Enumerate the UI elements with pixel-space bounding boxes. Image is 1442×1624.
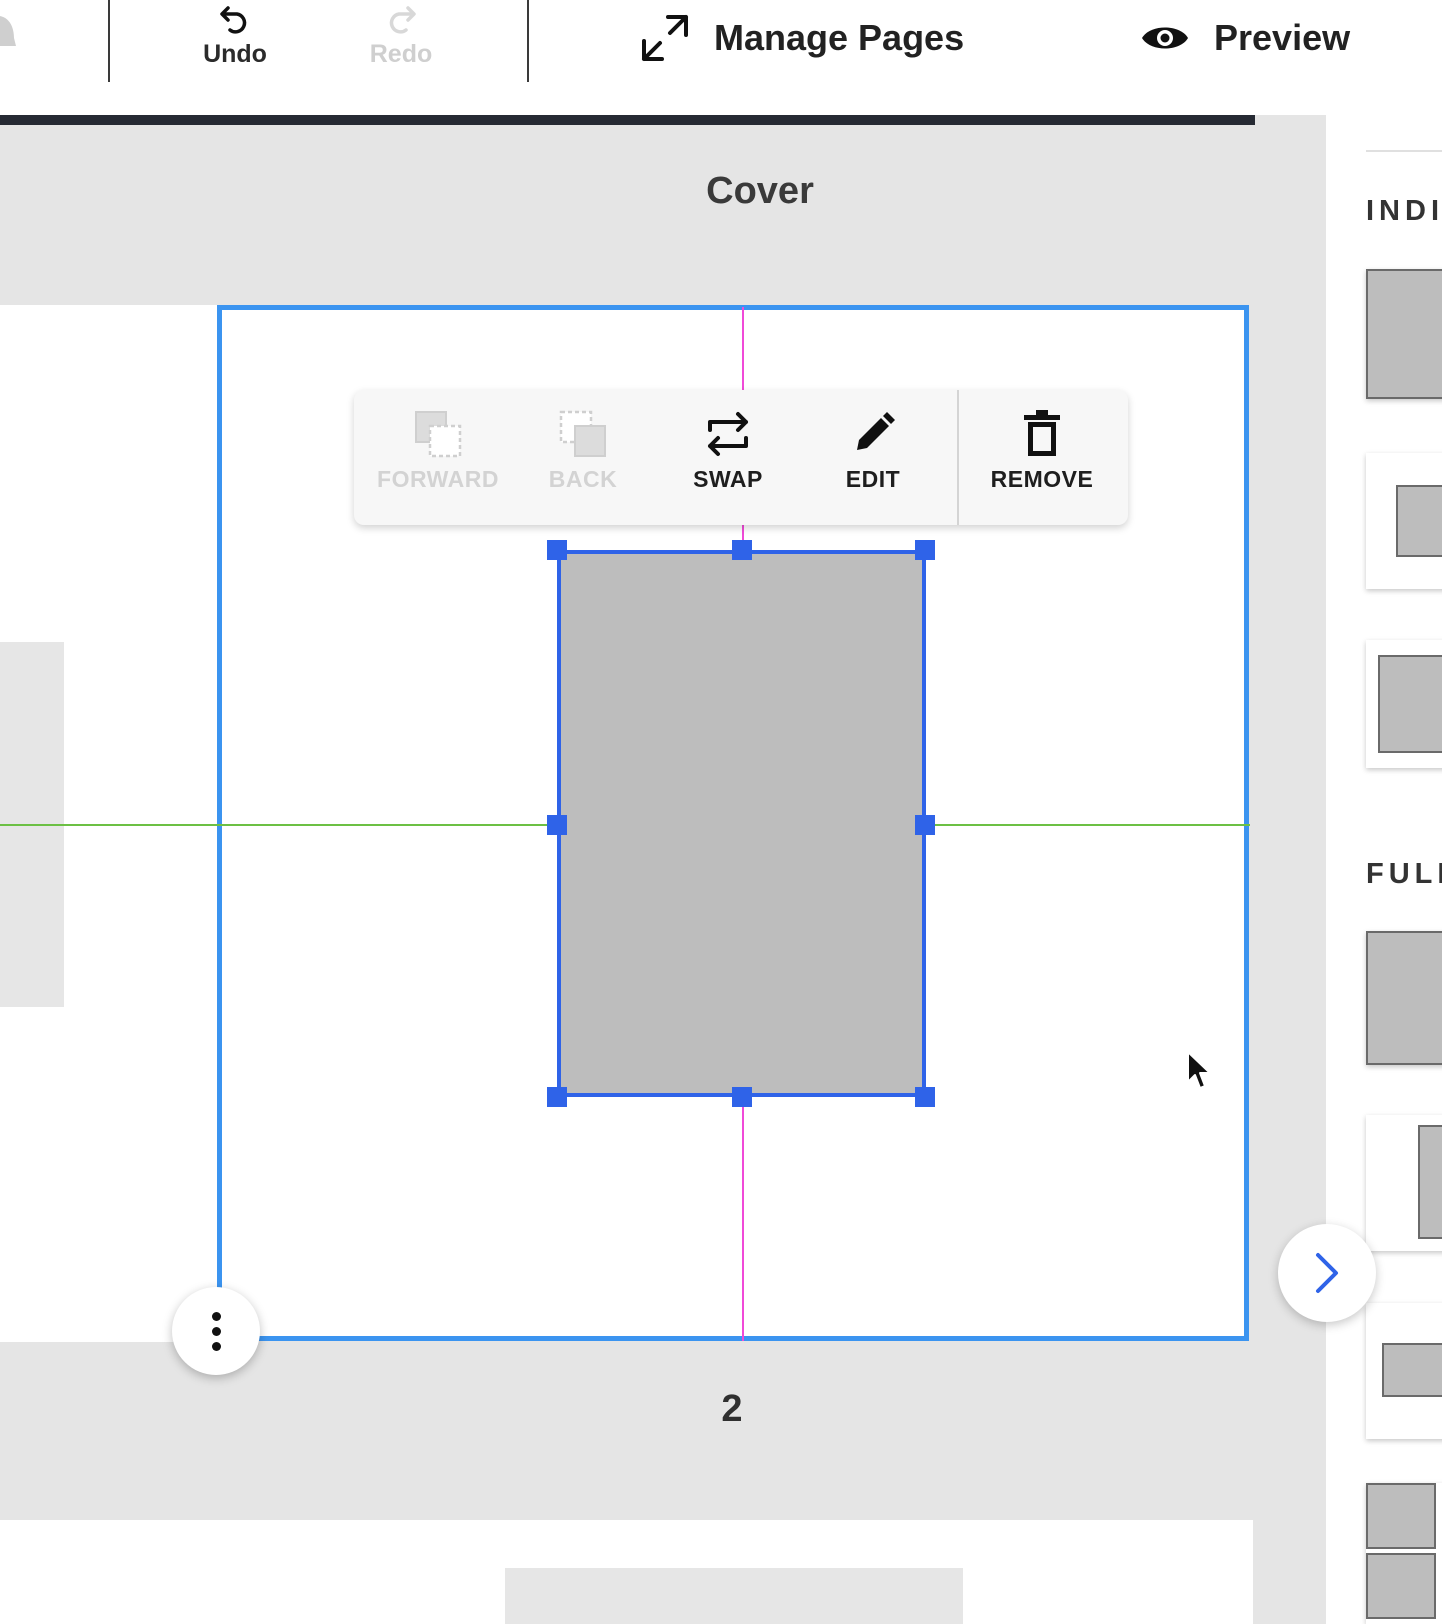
selected-photo-placeholder[interactable]: [557, 550, 926, 1097]
forward-label: FORWARD: [377, 466, 499, 492]
resize-handle-top-right[interactable]: [915, 540, 935, 560]
layout-option[interactable]: [1366, 1115, 1442, 1251]
layout-option[interactable]: [1366, 453, 1442, 589]
edit-label: EDIT: [845, 466, 901, 492]
layout-option[interactable]: [1366, 1303, 1442, 1439]
panel-divider: [1366, 150, 1442, 152]
resize-handle-bottom-left[interactable]: [547, 1087, 567, 1107]
forward-button[interactable]: FORWARD: [368, 408, 508, 508]
forward-icon: [415, 411, 462, 458]
redo-label: Redo: [369, 40, 433, 68]
swap-button[interactable]: SWAP: [658, 408, 798, 508]
redo-icon: [389, 6, 416, 34]
undo-icon: [220, 6, 247, 34]
resize-handle-bottom[interactable]: [732, 1087, 752, 1107]
back-icon: [559, 410, 606, 457]
resize-handle-left[interactable]: [547, 815, 567, 835]
section-heading-individual: INDI: [1366, 195, 1442, 227]
trash-icon: [1024, 410, 1060, 456]
layout-option[interactable]: [1366, 1483, 1442, 1624]
element-toolbar: FORWARD BACK SWAP EDIT REMOVE: [354, 390, 1128, 525]
toolbar-divider: [957, 390, 959, 525]
layout-option[interactable]: [1366, 931, 1442, 1065]
toolbar-bottom-bar: [0, 115, 1255, 125]
edit-button[interactable]: EDIT: [803, 408, 943, 508]
section-title: Cover: [706, 170, 814, 212]
next-page[interactable]: [0, 1520, 1253, 1624]
manage-pages-label: Manage Pages: [714, 16, 965, 58]
swap-icon: [708, 412, 748, 456]
section-heading-full: FULL: [1366, 858, 1442, 890]
remove-label: REMOVE: [990, 466, 1094, 492]
page-number: 2: [721, 1388, 743, 1430]
eye-icon: [1142, 27, 1188, 48]
undo-button[interactable]: Undo: [180, 0, 290, 82]
redo-button[interactable]: Redo: [346, 0, 456, 82]
resize-handle-bottom-right[interactable]: [915, 1087, 935, 1107]
toolbar-divider: [527, 0, 529, 82]
manage-pages-button[interactable]: Manage Pages: [640, 10, 964, 65]
preview-button[interactable]: Preview: [1140, 10, 1350, 65]
bell-icon[interactable]: [0, 14, 16, 54]
page-options-button[interactable]: [172, 1287, 260, 1375]
swap-label: SWAP: [693, 466, 763, 492]
next-page-button[interactable]: [1278, 1224, 1376, 1322]
layouts-panel: INDI FULL: [1326, 115, 1442, 1624]
back-button[interactable]: BACK: [513, 408, 653, 508]
pencil-icon: [857, 412, 895, 450]
expand-icon: [642, 14, 688, 61]
resize-handle-top-left[interactable]: [547, 540, 567, 560]
back-label: BACK: [548, 466, 618, 492]
photo-placeholder[interactable]: [505, 1568, 963, 1624]
top-toolbar: Undo Redo Manage Pages Preview: [0, 0, 1442, 125]
toolbar-divider: [108, 0, 110, 82]
layout-option[interactable]: [1366, 269, 1442, 399]
resize-handle-top[interactable]: [732, 540, 752, 560]
layout-option[interactable]: [1366, 640, 1442, 768]
preview-label: Preview: [1214, 16, 1351, 58]
cursor-icon: [1186, 1050, 1216, 1097]
resize-handle-right[interactable]: [915, 815, 935, 835]
chevron-right-icon: [1316, 1253, 1338, 1293]
more-vertical-icon: [211, 1311, 221, 1351]
remove-button[interactable]: REMOVE: [972, 408, 1112, 508]
undo-label: Undo: [203, 40, 267, 68]
